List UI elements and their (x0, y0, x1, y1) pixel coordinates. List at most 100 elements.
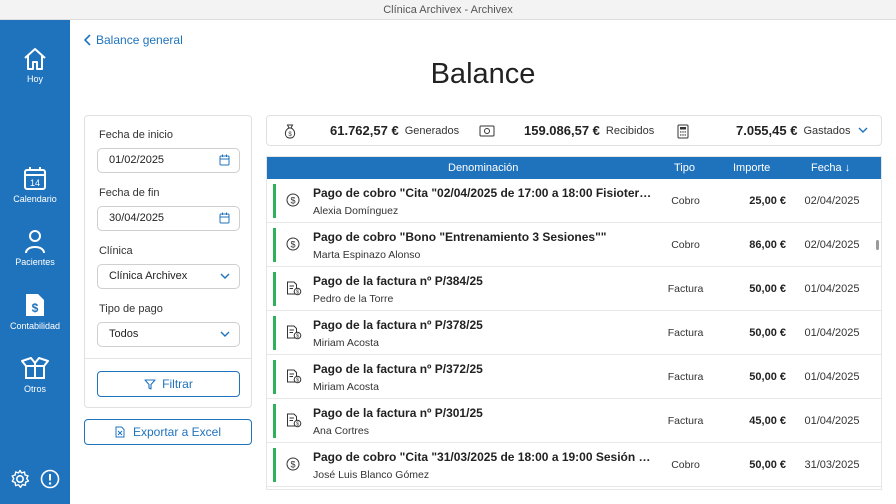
sidebar-item-pacientes[interactable]: Pacientes (0, 229, 70, 267)
coin-icon: $ (286, 193, 300, 212)
column-importe[interactable]: Importe (733, 157, 770, 179)
export-excel-button[interactable]: Exportar a Excel (84, 419, 252, 445)
table-row[interactable]: $ Pago de la factura nº P/384/25 Pedro de … (267, 267, 881, 311)
column-fecha[interactable]: Fecha ↓ (811, 157, 850, 179)
calendar-icon (219, 212, 230, 224)
row-patient: Ana Cortres (313, 425, 370, 437)
table-header: Denominación Tipo Importe Fecha ↓ (267, 157, 881, 179)
row-title: Pago de la factura nº P/378/25 (313, 318, 483, 332)
sidebar-item-hoy[interactable]: Hoy (0, 47, 70, 84)
excel-file-icon (115, 426, 125, 438)
chevron-left-icon (84, 34, 91, 46)
svg-text:$: $ (296, 378, 299, 384)
row-fecha: 01/04/2025 (804, 327, 860, 339)
sidebar-item-label: Hoy (26, 74, 43, 84)
banknote-icon (479, 125, 495, 137)
tipo-pago-select[interactable]: Todos (97, 322, 240, 347)
filter-button-label: Filtrar (162, 377, 193, 391)
sidebar-item-label: Calendario (13, 194, 57, 204)
funnel-icon (144, 378, 156, 390)
table-row[interactable]: $ Pago de cobro "Cita "31/03/2025 de 18:0… (267, 443, 881, 487)
status-indicator (273, 404, 276, 438)
chevron-down-icon (220, 331, 230, 337)
svg-text:$: $ (290, 239, 295, 249)
status-indicator (273, 228, 276, 262)
table-row[interactable]: $ Pago de cobro "Bono "Entrenamiento 3 Se… (267, 223, 881, 267)
row-title: Pago de la factura nº P/372/25 (313, 362, 483, 376)
summary-recibidos: 159.086,57 € Recibidos (524, 116, 654, 145)
filter-button[interactable]: Filtrar (97, 371, 240, 397)
fecha-inicio-label: Fecha de inicio (99, 129, 173, 141)
fecha-inicio-value: 01/02/2025 (109, 154, 165, 166)
invoice-icon: $ (286, 413, 302, 433)
summary-gastados: 7.055,45 € Gastados (736, 116, 851, 145)
back-link-label: Balance general (96, 33, 183, 47)
money-bag-icon: $ (284, 124, 296, 139)
svg-text:$: $ (296, 290, 299, 296)
fecha-fin-field[interactable]: 30/04/2025 (97, 206, 240, 231)
status-indicator (273, 360, 276, 394)
row-fecha: 02/04/2025 (804, 239, 860, 251)
sidebar-item-label: Pacientes (15, 257, 55, 267)
column-denominacion[interactable]: Denominación (448, 157, 518, 179)
sidebar-item-calendario[interactable]: 14 Calendario (0, 166, 70, 204)
clinica-value: Clínica Archivex (109, 270, 188, 282)
row-title: Pago de cobro "Cita "02/04/2025 de 17:00… (313, 186, 653, 200)
row-patient: Alexia Domínguez (313, 205, 399, 217)
tipo-pago-label: Tipo de pago (99, 303, 163, 315)
export-button-label: Exportar a Excel (132, 425, 222, 439)
calculator-icon (677, 124, 689, 139)
alert-icon[interactable] (40, 469, 60, 489)
open-box-icon (21, 357, 49, 379)
window-title: Clínica Archivex - Archivex (0, 0, 896, 20)
svg-text:$: $ (32, 301, 39, 315)
gastados-label: Gastados (803, 124, 851, 137)
invoice-icon: $ (286, 325, 302, 345)
svg-text:$: $ (296, 422, 299, 428)
recibidos-value: 159.086,57 € (524, 123, 600, 138)
back-link[interactable]: Balance general (84, 33, 183, 47)
coin-icon: $ (286, 237, 300, 256)
clinica-select[interactable]: Clínica Archivex (97, 264, 240, 289)
table-row[interactable]: $ Pago de la factura nº P/301/25 Ana Cortr… (267, 399, 881, 443)
row-patient: Pedro de la Torre (313, 293, 394, 305)
table-row[interactable]: $ Pago de la factura nº P/378/25 Miriam Ac… (267, 311, 881, 355)
row-fecha: 01/04/2025 (804, 371, 860, 383)
page-title: Balance (430, 58, 536, 90)
gear-icon[interactable] (10, 469, 30, 489)
row-importe: 45,00 € (749, 415, 786, 427)
invoice-icon: $ (286, 369, 302, 389)
svg-text:$: $ (288, 132, 292, 138)
row-fecha: 31/03/2025 (804, 459, 860, 471)
gastados-value: 7.055,45 € (736, 123, 798, 138)
coin-icon: $ (286, 457, 300, 476)
fecha-inicio-field[interactable]: 01/02/2025 (97, 148, 240, 173)
user-icon (25, 230, 45, 254)
calendar-day: 14 (30, 178, 40, 188)
chevron-down-icon[interactable] (858, 127, 868, 134)
summary-generados: 61.762,57 € Generados (330, 116, 459, 145)
column-tipo[interactable]: Tipo (674, 157, 695, 179)
row-title: Pago de cobro "Bono "Entrenamiento 3 Ses… (313, 230, 607, 244)
divider (85, 358, 251, 359)
accounting-document-icon: $ (26, 294, 44, 316)
table-row[interactable]: $ Pago de la factura nº P/372/25 Miriam Ac… (267, 355, 881, 399)
tipo-pago-value: Todos (109, 328, 139, 340)
scrollbar[interactable] (876, 240, 879, 250)
row-patient: Marta Espinazo Alonso (313, 249, 421, 261)
calendar-icon: 14 (24, 167, 46, 190)
sidebar-item-contabilidad[interactable]: $ Contabilidad (0, 292, 70, 331)
status-indicator (273, 272, 276, 306)
home-icon (24, 48, 46, 70)
fecha-fin-value: 30/04/2025 (109, 212, 165, 224)
row-fecha: 02/04/2025 (804, 195, 860, 207)
chevron-down-icon (220, 273, 230, 279)
row-importe: 50,00 € (749, 327, 786, 339)
balance-summary: $ 61.762,57 € Generados 159.086,57 € Rec… (266, 115, 882, 146)
svg-text:$: $ (290, 195, 295, 205)
row-importe: 25,00 € (749, 195, 786, 207)
fecha-fin-label: Fecha de fin (99, 187, 160, 199)
table-row[interactable]: $ Pago de cobro "Cita "02/04/2025 de 17:0… (267, 179, 881, 223)
sidebar-item-label: Otros (23, 384, 46, 394)
sidebar-item-otros[interactable]: Otros (0, 356, 70, 394)
